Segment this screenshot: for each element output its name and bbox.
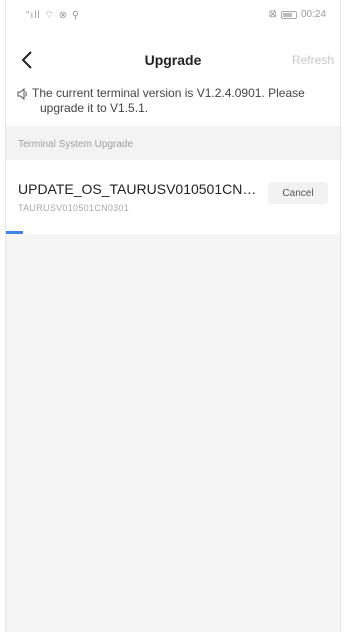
battery-icon <box>280 10 297 19</box>
section-header: Terminal System Upgrade <box>6 126 340 160</box>
silent-icon: ⊠ <box>268 9 277 20</box>
cancel-button[interactable]: Cancel <box>268 182 328 204</box>
upgrade-list-item: UPDATE_OS_TAURUSV010501CN03... TAURUSV01… <box>6 160 340 234</box>
section-title: Terminal System Upgrade <box>18 139 134 150</box>
notice-line-2: upgrade it to V1.5.1. <box>40 101 149 115</box>
speaker-icon <box>17 87 27 101</box>
status-right: ⊠ 00:24 <box>269 9 326 20</box>
status-bar: "ıll ⌔ ⊗ ⚲ ⊠ 00:24 <box>6 0 340 30</box>
content-area <box>6 234 340 632</box>
upgrade-package-name: UPDATE_OS_TAURUSV010501CN03... <box>18 181 258 197</box>
upgrade-package-version: TAURUSV010501CN0301 <box>18 203 130 213</box>
refresh-button[interactable]: Refresh <box>292 53 334 67</box>
notice-line-1: The current terminal version is V1.2.4.0… <box>32 86 305 100</box>
app-screen: "ıll ⌔ ⊗ ⚲ ⊠ 00:24 Upgrade Refresh The c… <box>5 0 341 632</box>
status-time: 00:24 <box>300 9 326 20</box>
signal-wifi-icons: "ıll ⌔ ⊗ ⚲ <box>26 10 81 21</box>
nav-bar: Upgrade Refresh <box>6 44 340 78</box>
page-title: Upgrade <box>144 52 202 68</box>
notice-text: The current terminal version is V1.2.4.0… <box>32 86 305 116</box>
version-notice: The current terminal version is V1.2.4.0… <box>16 86 330 116</box>
